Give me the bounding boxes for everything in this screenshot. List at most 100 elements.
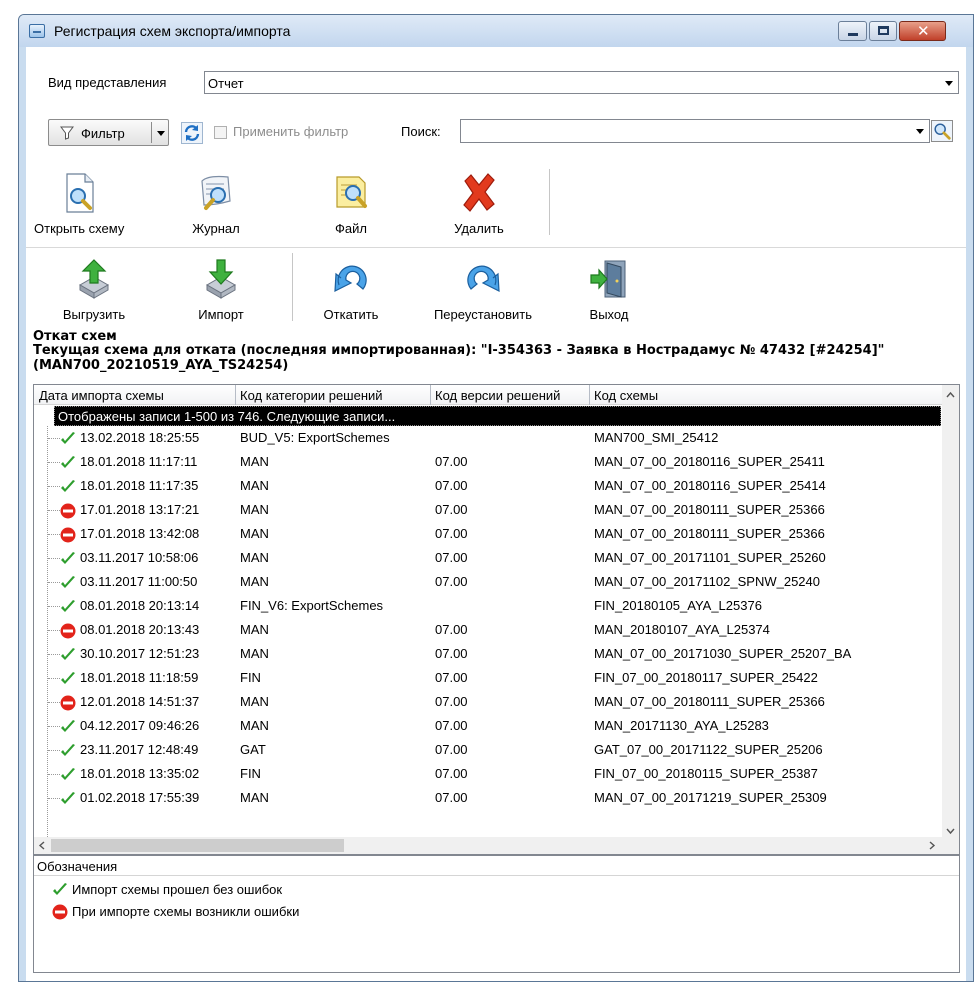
cell-version: 07.00 bbox=[435, 502, 468, 517]
scroll-up-icon[interactable] bbox=[946, 391, 955, 400]
column-divider[interactable] bbox=[430, 385, 431, 405]
filter-button-label: Фильтр bbox=[81, 126, 125, 141]
redo-arrow-icon bbox=[467, 265, 500, 293]
refresh-icon[interactable] bbox=[181, 122, 203, 144]
legend-header: Обозначения bbox=[34, 856, 959, 876]
cell-version: 07.00 bbox=[435, 766, 468, 781]
scroll-left-icon[interactable] bbox=[38, 841, 47, 850]
maximize-button[interactable] bbox=[869, 21, 897, 41]
cell-category: GAT bbox=[240, 742, 266, 757]
column-header-import-date[interactable]: Дата импорта схемы bbox=[39, 388, 164, 403]
cell-import-date: 23.11.2017 12:48:49 bbox=[80, 742, 199, 757]
checkmark-icon bbox=[61, 456, 75, 468]
records-banner-text: Отображены записи 1-500 из 746. Следующи… bbox=[58, 409, 396, 424]
table-row[interactable]: 08.01.2018 20:13:43 MAN 07.00 MAN_20180107_… bbox=[34, 618, 943, 642]
minimize-button[interactable] bbox=[838, 21, 867, 41]
table-row[interactable]: 30.10.2017 12:51:23 MAN 07.00 MAN_07_00_201… bbox=[34, 642, 943, 666]
table-row[interactable]: 08.01.2018 20:13:14 FIN_V6: ExportSchemes… bbox=[34, 594, 943, 618]
cell-scheme-code: MAN_07_00_20171101_SUPER_25260 bbox=[594, 550, 826, 565]
cell-category: MAN bbox=[240, 622, 269, 637]
tree-connector bbox=[48, 558, 60, 559]
rollback-button[interactable]: Откатить bbox=[316, 257, 386, 327]
cell-category: FIN bbox=[240, 766, 261, 781]
cell-category: MAN bbox=[240, 574, 269, 589]
filter-button-divider bbox=[151, 122, 152, 143]
cell-version: 07.00 bbox=[435, 574, 468, 589]
table-row[interactable]: 23.11.2017 12:48:49 GAT 07.00 GAT_07_00_201… bbox=[34, 738, 943, 762]
table-row[interactable]: 13.02.2018 18:25:55 BUD_V5: ExportSchemes… bbox=[34, 426, 943, 450]
table-row[interactable]: 01.02.2018 17:55:39 MAN 07.00 MAN_07_00_201… bbox=[34, 786, 943, 810]
cell-version: 07.00 bbox=[435, 622, 468, 637]
journal-label: Журнал bbox=[192, 221, 240, 236]
scroll-right-icon[interactable] bbox=[927, 841, 936, 850]
filter-button[interactable]: Фильтр bbox=[48, 119, 169, 146]
table-row[interactable]: 17.01.2018 13:17:21 MAN 07.00 MAN_07_00_201… bbox=[34, 498, 943, 522]
search-input[interactable] bbox=[460, 119, 930, 143]
apply-filter-checkbox[interactable] bbox=[214, 126, 227, 139]
view-select[interactable]: Отчет bbox=[204, 71, 959, 94]
search-button[interactable] bbox=[931, 120, 953, 142]
export-button[interactable]: Выгрузить bbox=[49, 257, 139, 327]
close-button[interactable]: ✕ bbox=[899, 21, 946, 41]
column-header-category[interactable]: Код категории решений bbox=[240, 388, 383, 403]
table-row[interactable]: 18.01.2018 11:18:59 FIN 07.00 FIN_07_00_201… bbox=[34, 666, 943, 690]
reinstall-label: Переустановить bbox=[433, 307, 533, 322]
cell-scheme-code: MAN700_SMI_25412 bbox=[594, 430, 719, 445]
legend-error-label: При импорте схемы возникли ошибки bbox=[72, 904, 300, 919]
toolbar-separator bbox=[549, 169, 550, 235]
table-row[interactable]: 17.01.2018 13:42:08 MAN 07.00 MAN_07_00_201… bbox=[34, 522, 943, 546]
cell-import-date: 08.01.2018 20:13:14 bbox=[80, 598, 200, 613]
cell-category: MAN bbox=[240, 790, 269, 805]
records-banner[interactable]: Отображены записи 1-500 из 746. Следующи… bbox=[54, 406, 941, 426]
legend-ok-label: Импорт схемы прошел без ошибок bbox=[72, 882, 283, 897]
table-row[interactable]: 03.11.2017 10:58:06 MAN 07.00 MAN_07_00_201… bbox=[34, 546, 943, 570]
cell-import-date: 04.12.2017 09:46:26 bbox=[80, 718, 200, 733]
journal-button[interactable]: Журнал bbox=[181, 171, 251, 241]
column-divider[interactable] bbox=[235, 385, 236, 405]
cell-category: MAN bbox=[240, 478, 269, 493]
open-scheme-button[interactable]: Открыть схему bbox=[34, 171, 124, 241]
cell-category: MAN bbox=[240, 694, 269, 709]
table-row[interactable]: 03.11.2017 11:00:50 MAN 07.00 MAN_07_00_201… bbox=[34, 570, 943, 594]
column-header-version[interactable]: Код версии решений bbox=[435, 388, 560, 403]
cell-scheme-code: FIN_20180105_AYA_L25376 bbox=[594, 598, 762, 613]
no-entry-icon bbox=[60, 623, 76, 639]
column-header-scheme-code[interactable]: Код схемы bbox=[594, 388, 658, 403]
cell-scheme-code: MAN_07_00_20180116_SUPER_25411 bbox=[594, 454, 825, 469]
table-row[interactable]: 12.01.2018 14:51:37 MAN 07.00 MAN_07_00_201… bbox=[34, 690, 943, 714]
table-row[interactable]: 18.01.2018 11:17:35 MAN 07.00 MAN_07_00_201… bbox=[34, 474, 943, 498]
cell-category: MAN bbox=[240, 718, 269, 733]
tree-connector bbox=[48, 534, 60, 535]
table-row[interactable]: 18.01.2018 13:35:02 FIN 07.00 FIN_07_00_201… bbox=[34, 762, 943, 786]
cell-scheme-code: GAT_07_00_20171122_SUPER_25206 bbox=[594, 742, 823, 757]
table-row[interactable]: 18.01.2018 11:17:11 MAN 07.00 MAN_07_00_201… bbox=[34, 450, 943, 474]
vertical-scrollbar[interactable] bbox=[942, 385, 959, 839]
tree-connector bbox=[48, 462, 60, 463]
delete-button[interactable]: Удалить bbox=[444, 171, 514, 241]
cell-version: 07.00 bbox=[435, 742, 468, 757]
reinstall-button[interactable]: Переустановить bbox=[421, 257, 545, 327]
schemes-grid[interactable]: Дата импорта схемы Код категории решений… bbox=[33, 384, 960, 855]
column-divider[interactable] bbox=[589, 385, 590, 405]
horizontal-scrollbar[interactable] bbox=[34, 837, 959, 854]
import-button[interactable]: Импорт bbox=[191, 257, 251, 327]
title-bar[interactable]: Регистрация схем экспорта/импорта ✕ bbox=[19, 15, 973, 47]
exit-button[interactable]: Выход bbox=[579, 257, 639, 327]
horizontal-scroll-thumb[interactable] bbox=[51, 839, 344, 852]
file-button[interactable]: Файл bbox=[316, 171, 386, 241]
cell-version: 07.00 bbox=[435, 526, 468, 541]
chevron-down-icon[interactable] bbox=[912, 120, 929, 141]
checkmark-icon bbox=[61, 720, 75, 732]
tree-connector bbox=[48, 582, 60, 583]
tree-connector bbox=[48, 726, 60, 727]
cell-category: MAN bbox=[240, 550, 269, 565]
filter-dropdown-icon[interactable] bbox=[157, 131, 165, 136]
table-row[interactable]: 04.12.2017 09:46:26 MAN 07.00 MAN_20171130_… bbox=[34, 714, 943, 738]
cell-import-date: 18.01.2018 11:17:11 bbox=[80, 454, 198, 469]
cell-version: 07.00 bbox=[435, 646, 468, 661]
scroll-down-icon[interactable] bbox=[946, 826, 955, 835]
legend-title: Обозначения bbox=[37, 859, 118, 874]
window-title: Регистрация схем экспорта/импорта bbox=[54, 23, 291, 39]
chevron-down-icon[interactable] bbox=[941, 72, 958, 93]
checkmark-icon bbox=[61, 672, 75, 684]
